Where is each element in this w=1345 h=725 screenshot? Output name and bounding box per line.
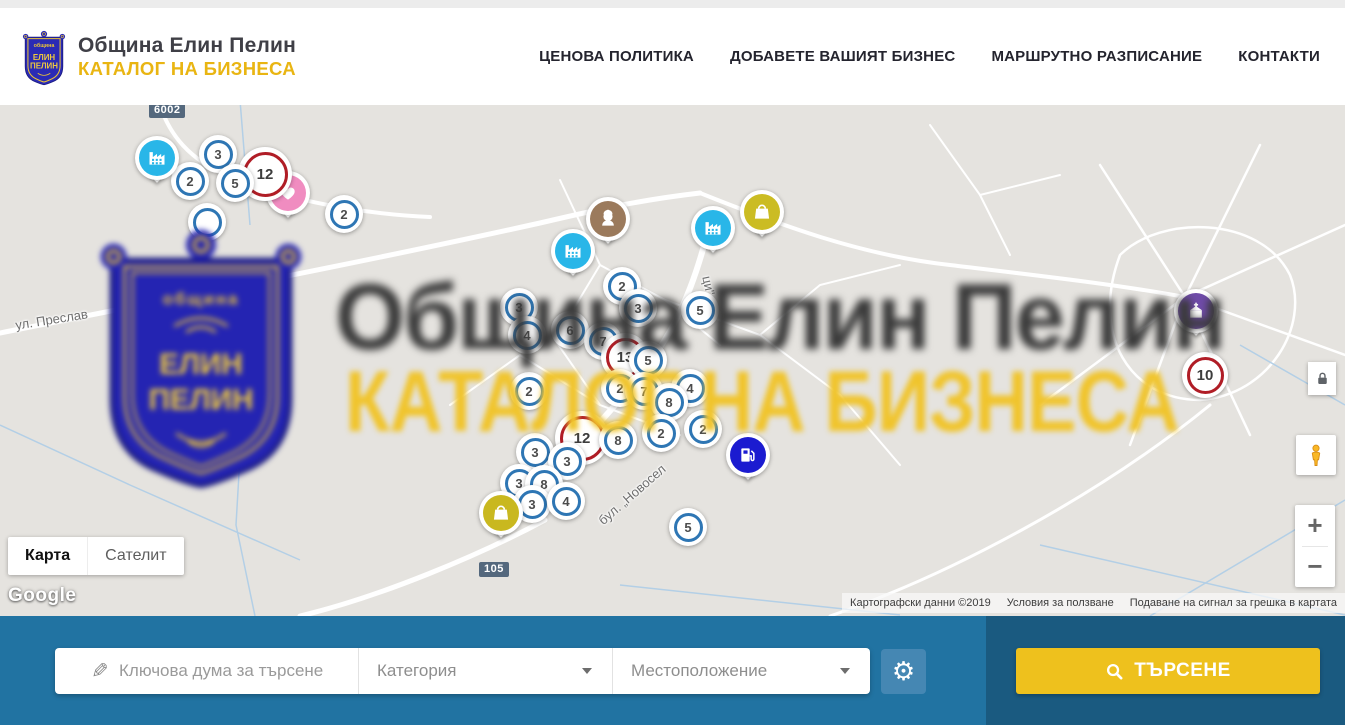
report-map-error-link[interactable]: Подаване на сигнал за грешка в картата (1130, 597, 1337, 609)
cluster-count: 5 (674, 513, 703, 542)
road-number-badge: 6002 (149, 105, 185, 118)
cluster-count: 2 (330, 200, 359, 229)
search-icon (1105, 662, 1124, 681)
map-tab[interactable]: Карта (8, 537, 87, 575)
svg-text:ЕЛИН: ЕЛИН (33, 53, 56, 62)
chevron-down-icon (582, 668, 592, 674)
map-canvas[interactable]: 1232522353647135227482212833383451060021… (0, 105, 1345, 616)
brand-text: Община Елин Пелин КАТАЛОГ НА БИЗНЕСА (78, 34, 296, 79)
location-dropdown-label: Местоположение (631, 661, 767, 681)
attribution-copyright: Картографски данни ©2019 (850, 597, 991, 609)
factory-pin[interactable] (690, 206, 736, 266)
map-cluster-marker[interactable]: 5 (669, 508, 707, 546)
map-type-control: Карта Сателит (8, 537, 184, 575)
nav-pricing-policy[interactable]: ЦЕНОВА ПОЛИТИКА (539, 48, 694, 65)
location-dropdown[interactable]: Местоположение (612, 648, 870, 694)
cluster-count: 4 (552, 487, 581, 516)
zoom-in-button[interactable]: + (1295, 505, 1335, 546)
map-cluster-marker[interactable]: 5 (216, 164, 254, 202)
map-attribution: Картографски данни ©2019 Условия за полз… (842, 593, 1345, 613)
site-subtitle: КАТАЛОГ НА БИЗНЕСА (78, 58, 296, 79)
factory-pin[interactable] (134, 136, 180, 196)
street-label: ул. Преслав (14, 306, 89, 332)
pegman-icon (1304, 441, 1328, 469)
pencil-icon: ✎ (91, 659, 109, 684)
lock-button[interactable] (1308, 362, 1336, 395)
zoom-control: + − (1295, 505, 1335, 587)
page: община ЕЛИН ПЕЛИН Община Елин Пелин КАТА… (0, 0, 1345, 725)
cluster-count: 5 (221, 169, 250, 198)
header: община ЕЛИН ПЕЛИН Община Елин Пелин КАТА… (0, 8, 1345, 106)
pegman-button[interactable] (1296, 435, 1336, 475)
municipal-emblem-logo: община ЕЛИН ПЕЛИН (20, 26, 68, 88)
satellite-tab[interactable]: Сателит (87, 537, 183, 575)
shopping-bag-pin[interactable] (739, 190, 785, 250)
svg-text:ПЕЛИН: ПЕЛИН (30, 61, 58, 70)
chevron-down-icon (840, 668, 850, 674)
site-title: Община Елин Пелин (78, 34, 296, 58)
svg-text:ЕЛИН: ЕЛИН (159, 348, 243, 381)
nav-add-your-business[interactable]: ДОБАВЕТЕ ВАШИЯТ БИЗНЕС (730, 48, 955, 65)
zoom-out-button[interactable]: − (1295, 547, 1335, 588)
nav-route-schedule[interactable]: МАРШРУТНО РАЗПИСАНИЕ (991, 48, 1202, 65)
watermark-subtitle: КАТАЛОГ НА БИЗНЕСА (345, 353, 1179, 452)
lock-icon (1314, 369, 1331, 389)
svg-text:община: община (163, 289, 240, 308)
shopping-bag-pin-icon (744, 194, 780, 230)
brand[interactable]: община ЕЛИН ПЕЛИН Община Елин Пелин КАТА… (20, 26, 296, 88)
street-label: бул. „Новосел (595, 461, 668, 527)
search-button[interactable]: ТЪРСЕНЕ (1016, 648, 1320, 694)
svg-text:ПЕЛИН: ПЕЛИН (148, 384, 253, 417)
search-bar: ✎ Категория Местоположение ⚙ ТЪРСЕНЕ (0, 616, 1345, 725)
shopping-bag-pin-icon (483, 495, 519, 531)
map-cluster-marker[interactable]: 4 (547, 482, 585, 520)
map-cluster-marker[interactable]: 2 (325, 195, 363, 233)
shopping-bag-pin[interactable] (478, 491, 524, 551)
factory-pin-icon (695, 210, 731, 246)
top-strip (0, 0, 1345, 8)
nav-contacts[interactable]: КОНТАКТИ (1238, 48, 1320, 65)
category-dropdown[interactable]: Категория (358, 648, 612, 694)
factory-pin-icon (139, 140, 175, 176)
main-nav: ЦЕНОВА ПОЛИТИКА ДОБАВЕТЕ ВАШИЯТ БИЗНЕС М… (539, 48, 1320, 65)
search-button-label: ТЪРСЕНЕ (1134, 660, 1231, 682)
search-field-group: ✎ Категория Местоположение (55, 648, 870, 694)
terms-of-use-link[interactable]: Условия за ползване (1007, 597, 1114, 609)
google-logo[interactable]: Google (8, 585, 76, 607)
keyword-search-input[interactable] (117, 660, 351, 682)
gear-icon: ⚙ (892, 656, 915, 687)
keyword-section: ✎ (55, 660, 358, 682)
svg-text:община: община (34, 41, 56, 48)
category-dropdown-label: Категория (377, 661, 456, 681)
advanced-settings-button[interactable]: ⚙ (881, 649, 926, 694)
road-number-badge: 105 (479, 562, 509, 577)
municipal-emblem-watermark: община ЕЛИН ПЕЛИН (85, 215, 317, 493)
